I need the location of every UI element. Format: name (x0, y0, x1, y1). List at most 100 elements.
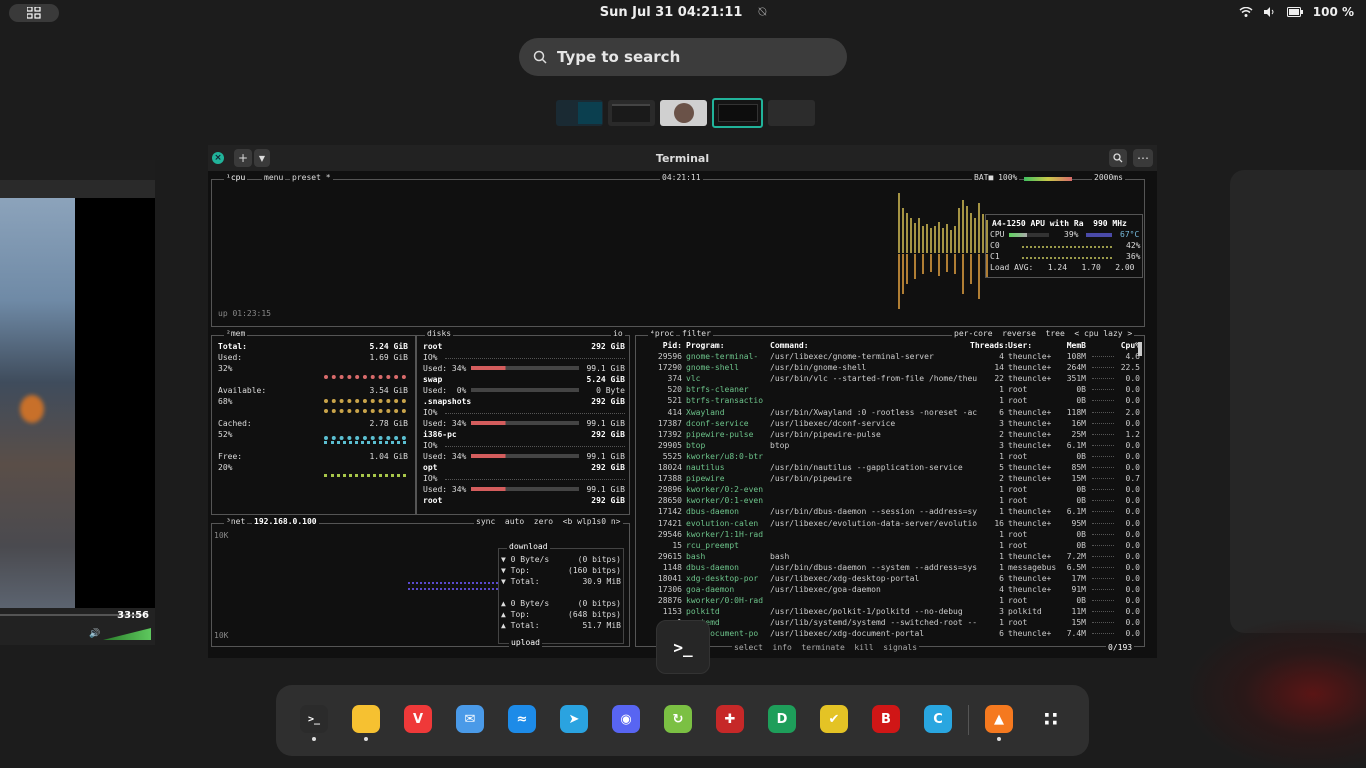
proc-actions[interactable]: select info terminate kill signals (732, 643, 920, 652)
window-preview-right[interactable] (1230, 170, 1366, 633)
mem-label[interactable]: ²mem (224, 329, 248, 338)
search-button[interactable] (1109, 149, 1127, 167)
cell-mem: 0B (1076, 396, 1086, 406)
cell-thr: 4 (999, 352, 1004, 362)
cell-mem: 7.4M (1066, 629, 1086, 639)
window-header (0, 180, 155, 198)
cpu-label[interactable]: ¹cpu (224, 173, 248, 182)
table-row[interactable]: 17387 dconf-service/usr/libexec/dconf-ser… (648, 418, 1144, 429)
menu-label[interactable]: menu (262, 173, 286, 182)
interval-label[interactable]: 2000ms (1092, 173, 1125, 182)
table-row[interactable]: 18059xdg-document-po/usr/libexec/xdg-doc… (648, 628, 1144, 639)
cell-usr: theuncle+ (1008, 551, 1052, 561)
preset-label[interactable]: preset * (290, 173, 333, 182)
table-row[interactable]: 17388 pipewire/usr/bin/pipewire 2 theuncle+… (648, 473, 1144, 484)
table-row[interactable]: 15 rcu_preempt 1 root 0B 0.0 (648, 540, 1144, 551)
table-row[interactable]: 520 btrfs-cleaner 1 root 0B 0.0 (648, 384, 1144, 395)
dock-app-vivaldi[interactable]: V (404, 705, 432, 733)
proc-label[interactable]: ⁴proc (648, 329, 677, 338)
running-indicator (364, 737, 368, 741)
table-row[interactable]: 1148 dbus-daemon/usr/bin/dbus-daemon --sy… (648, 562, 1144, 573)
dock-app-sync[interactable]: ≈ (508, 705, 536, 733)
vlc-window-preview[interactable]: 🔊 33:56 (0, 160, 155, 645)
table-row[interactable]: 29905 btop btop 3 theuncle+ 6.1M 0.0 (648, 440, 1144, 451)
net-options[interactable]: sync auto zero <b wlp1s0 n> (474, 517, 623, 526)
cell-cpu: 0.0 (1125, 607, 1140, 617)
table-row[interactable]: 521 btrfs-transactio 1 root 0B 0.0 (648, 395, 1144, 406)
table-row[interactable]: 414 Xwayland/usr/bin/Xwayland :0 -rootles… (648, 407, 1144, 418)
cell-pid: 29905 (657, 440, 682, 450)
system-tray[interactable]: 100 % (1239, 5, 1354, 19)
workspace-thumb-3[interactable] (660, 100, 707, 126)
dock-app-vpn[interactable]: ✚ (716, 705, 744, 733)
table-row[interactable]: 17392 pipewire-pulse/usr/bin/pipewire-pul… (648, 429, 1144, 440)
table-row[interactable]: 29546 kworker/1:1H-rad 1 root 0B 0.0 (648, 529, 1144, 540)
cpu-graph-cell (1092, 473, 1114, 480)
search-placeholder: Type to search (557, 48, 681, 66)
cell-cpu: 0.0 (1125, 385, 1140, 395)
net-label[interactable]: ³net (224, 517, 248, 526)
table-row[interactable]: 18024 nautilus/usr/bin/nautilus --gapplic… (648, 462, 1144, 473)
dock-app-telegram[interactable]: ➤ (560, 705, 588, 733)
table-row[interactable]: 28876 kworker/0:0H-rad 1 root 0B 0.0 (648, 595, 1144, 606)
table-row[interactable]: 17421 evolution-calen/usr/libexec/evoluti… (648, 518, 1144, 529)
speaker-icon: 🔊 (89, 629, 101, 639)
dock-app-app-grid[interactable]: ∷ (1037, 705, 1065, 733)
dock-app-mail[interactable]: ✉ (456, 705, 484, 733)
cell-usr: theuncle+ (1008, 585, 1052, 595)
workspace-thumb-5[interactable] (768, 100, 815, 126)
cell-prog: vlc (686, 374, 701, 384)
table-row[interactable]: 374 vlc/usr/bin/vlc --started-from-file /… (648, 373, 1144, 384)
workspace-thumb-2[interactable] (608, 100, 655, 126)
table-row[interactable]: 5525 kworker/u8:0-btr 1 root 0B 0.0 (648, 451, 1144, 462)
table-row[interactable]: 29596 gnome-terminal- /usr/libexec/gnome-t… (648, 351, 1144, 362)
table-row[interactable]: 28650 kworker/0:1-even 1 root 0B 0.0 (648, 495, 1144, 506)
workspace-thumb-4[interactable] (712, 98, 763, 128)
dock-app-tasks[interactable]: ✔ (820, 705, 848, 733)
table-row[interactable]: 29615 bash bash 1 theuncle+ 7.2M 0.0 (648, 551, 1144, 562)
table-row[interactable]: 1systemd/usr/lib/systemd/systemd --switc… (648, 617, 1144, 628)
dock-app-bookmarks[interactable]: B (872, 705, 900, 733)
dock-app-refresh[interactable]: ↻ (664, 705, 692, 733)
download-label: download (507, 542, 550, 551)
dock-separator (968, 705, 969, 735)
table-row[interactable]: 1153 polkitd/usr/libexec/polkit-1/polkitd… (648, 606, 1144, 617)
terminal-window[interactable]: × + ▼ Terminal ⋯ ¹cpu menu preset * 04:2… (208, 145, 1157, 658)
dock-app-files[interactable] (352, 705, 380, 733)
ip-address: 192.168.0.100 (252, 517, 319, 526)
search-bar[interactable]: Type to search (519, 38, 847, 76)
io-label[interactable]: io (611, 329, 625, 338)
cpu-graph-cell (1092, 395, 1114, 402)
table-row[interactable]: 17306 goa-daemon/usr/libexec/goa-daemon 4 t… (648, 584, 1144, 595)
table-row[interactable]: 29896 kworker/0:2-even 1 root 0B 0.0 (648, 484, 1144, 495)
dock-app-discord[interactable]: ◉ (612, 705, 640, 733)
clock[interactable]: Sun Jul 31 04:21:11 ⍉ (0, 5, 1366, 20)
cell-usr: messagebus (1008, 562, 1057, 572)
cell-cpu: 0.0 (1125, 485, 1140, 495)
cell-thr: 6 (999, 573, 1004, 583)
dock-app-terminal[interactable]: >_ (300, 705, 328, 733)
proc-count: 0/193 (1106, 643, 1135, 652)
table-row[interactable]: 17142 dbus-daemon/usr/bin/dbus-daemon --s… (648, 506, 1144, 517)
dock-app-browser[interactable]: C (924, 705, 952, 733)
dock-app-docs[interactable]: D (768, 705, 796, 733)
cell-pid: 28650 (657, 496, 682, 506)
scrollbar[interactable] (1138, 342, 1142, 356)
workspace-thumb-1[interactable] (556, 100, 603, 126)
cell-usr: theuncle+ (1008, 352, 1052, 362)
dock-app-vlc[interactable]: ▲ (985, 705, 1013, 733)
cpu-graph-cell (1092, 562, 1114, 568)
table-row[interactable]: 18041 xdg-desktop-por/usr/libexec/xdg-des… (648, 573, 1144, 584)
refresh-icon: ↻ (672, 711, 684, 727)
proc-options[interactable]: per-core reverse tree < cpu lazy > (952, 329, 1135, 338)
cell-cmd: /usr/libexec/xdg-document-portal (770, 629, 925, 639)
volume-slider[interactable] (103, 628, 151, 640)
terminal-drag-icon: >_ (656, 620, 710, 674)
proc-box: ⁴proc filter per-core reverse tree < cpu… (635, 329, 1145, 652)
cpu-graph-cell (1092, 606, 1114, 613)
menu-button[interactable]: ⋯ (1133, 149, 1153, 167)
cell-pid: 15 (672, 540, 682, 550)
table-row[interactable]: 17290 gnome-shell/usr/bin/gnome-shell 14 th… (648, 362, 1144, 373)
filter-label[interactable]: filter (680, 329, 713, 338)
disks-label: disks (425, 329, 454, 338)
